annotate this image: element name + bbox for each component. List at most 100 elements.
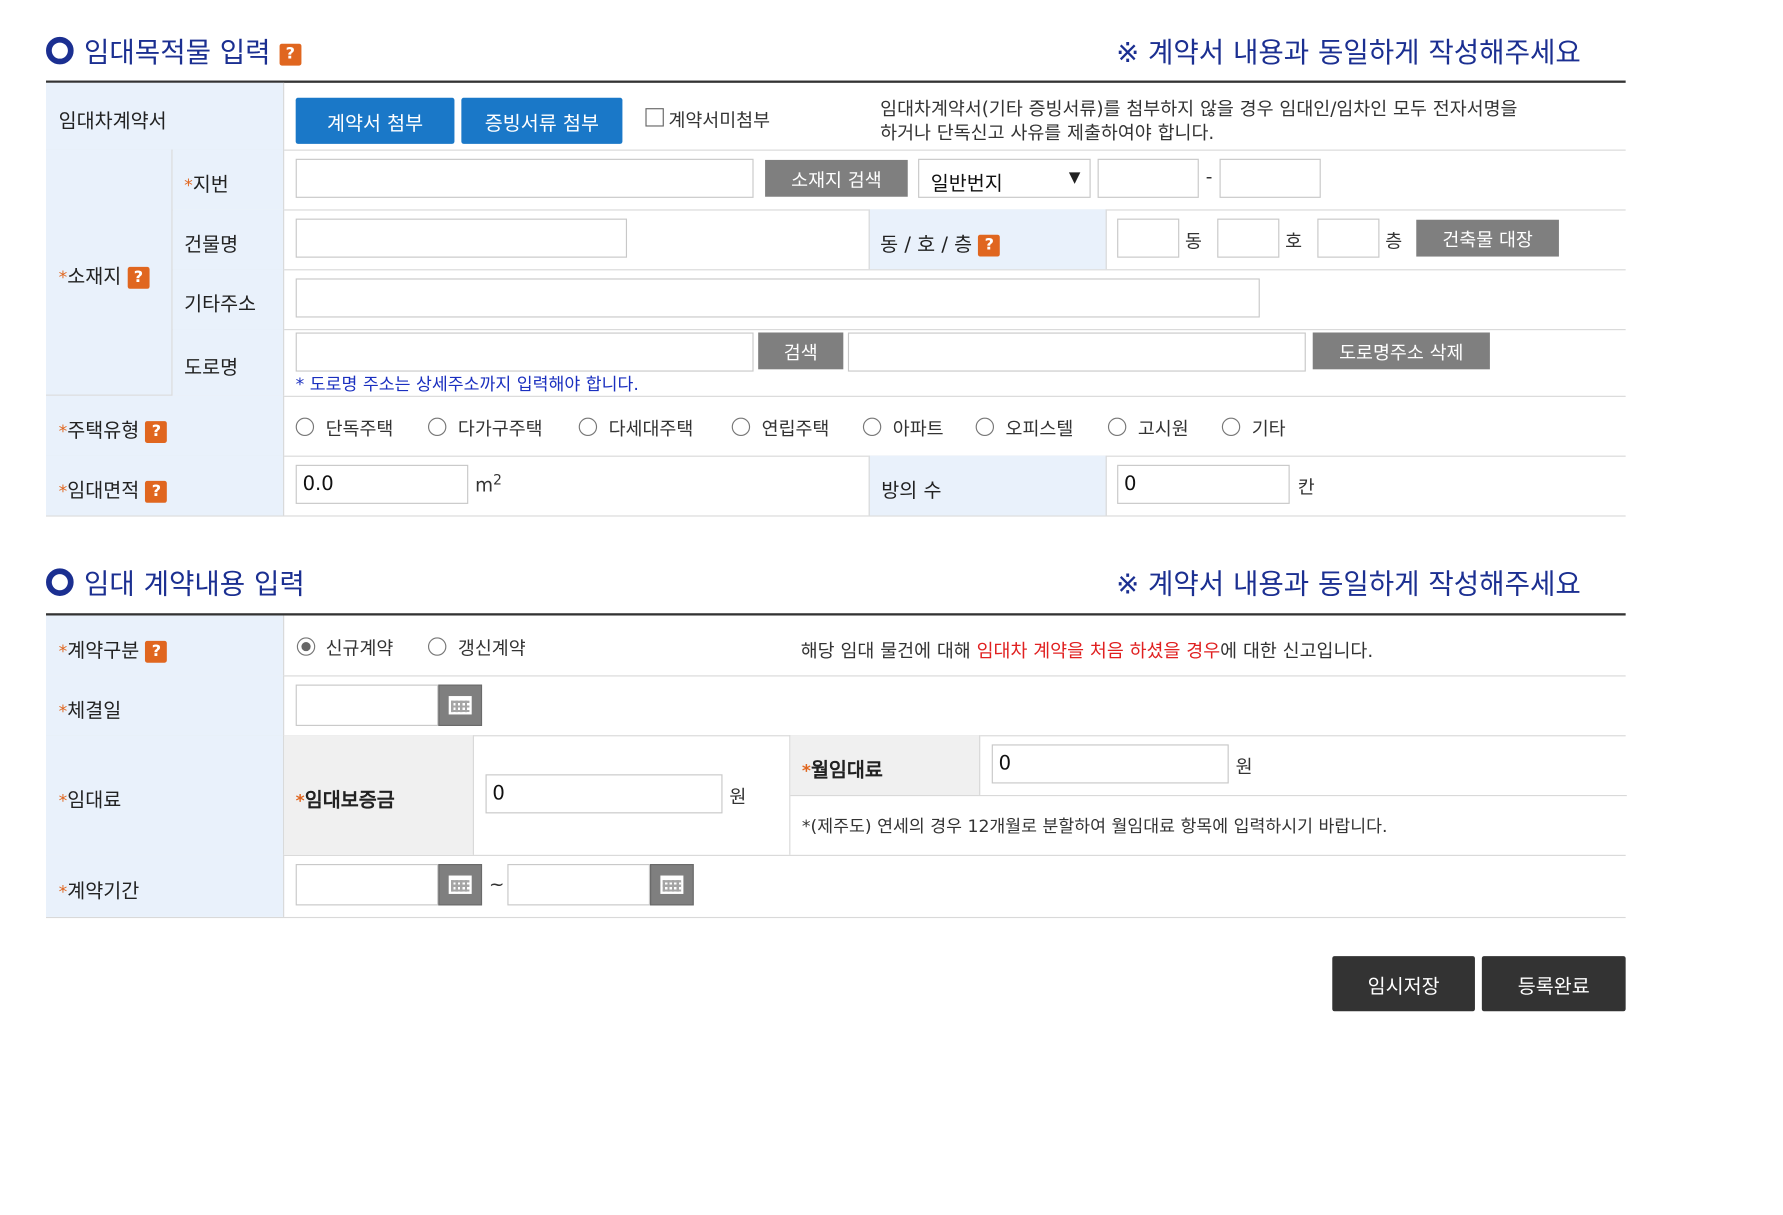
road-note: * 도로명 주소는 상세주소까지 입력해야 합니다. [295, 373, 639, 395]
area-input[interactable]: 0.0 [295, 464, 469, 504]
radio-new-contract[interactable] [296, 637, 316, 656]
housing-type-option-label: 다가구주택 [457, 417, 543, 440]
building-register-button[interactable]: 건축물 대장 [1416, 219, 1559, 257]
rental-report-form: 임대목적물 입력 ? ※ 계약서 내용과 동일하게 작성해주세요 임대차계약서 … [0, 0, 1783, 1215]
row-contract-period: *계약기간 ~ [46, 854, 1626, 919]
rooms-input[interactable]: 0 [1117, 464, 1290, 504]
road-delete-button[interactable]: 도로명주소 삭제 [1312, 332, 1490, 370]
deposit-label: *임대보증금 [295, 789, 395, 813]
housing-type-option-label: 고시원 [1137, 417, 1189, 440]
housing-type-option-label: 다세대주택 [608, 417, 694, 440]
monthly-rent-input[interactable]: 0 [991, 744, 1229, 784]
area-label: *임대면적 ? [59, 474, 168, 503]
calendar-icon[interactable] [438, 864, 483, 906]
row-road-address: 도로명 검색 도로명주소 삭제 * 도로명 주소는 상세주소까지 입력해야 합니… [172, 329, 1626, 397]
location-label: *소재지 ? [59, 260, 150, 289]
search-location-button[interactable]: 소재지 검색 [765, 159, 908, 197]
contract-label: 임대차계약서 [58, 110, 167, 134]
housing-type-option-label: 연립주택 [761, 417, 830, 440]
help-icon[interactable]: ? [145, 640, 168, 663]
dong-input[interactable] [1117, 218, 1180, 258]
radio-renewal-contract[interactable] [427, 637, 447, 656]
circle-bullet-icon [46, 36, 74, 65]
dash-separator: - [1205, 165, 1213, 188]
housing-type-radio[interactable] [427, 417, 447, 437]
road-detail-input[interactable] [847, 332, 1306, 372]
help-icon[interactable]: ? [279, 43, 302, 66]
attach-evidence-button[interactable]: 증빙서류 첨부 [461, 97, 623, 144]
contract-table: *계약구분 ? 신규계약 갱신계약 해당 임대 물건에 대해 임대차 계약을 처… [46, 613, 1627, 919]
attach-contract-button[interactable]: 계약서 첨부 [295, 97, 455, 144]
no-attach-label: 계약서미첨부 [668, 109, 771, 132]
row-housing-type: *주택유형 ? 단독주택 다가구주택 다세대주택 연립주택 아파트 오피스텔 고시원 기타 [46, 395, 1626, 457]
dong-unit: 동 [1185, 230, 1202, 252]
monthly-rent-label: *월임대료 [801, 759, 883, 783]
help-icon[interactable]: ? [145, 480, 168, 503]
other-address-input[interactable] [295, 278, 1260, 318]
period-label: *계약기간 [58, 880, 140, 904]
section-title: 임대목적물 입력 ? [84, 30, 302, 70]
section-header-contract: 임대 계약내용 입력 ※ 계약서 내용과 동일하게 작성해주세요 [46, 561, 1627, 602]
help-icon[interactable]: ? [127, 266, 150, 289]
deposit-input[interactable]: 0 [485, 774, 723, 814]
circle-bullet-icon [46, 568, 74, 596]
monthly-rent-note: *(제주도) 연세의 경우 12개월로 분할하여 월임대료 항목에 입력하시기 … [801, 815, 1388, 837]
temp-save-button[interactable]: 임시저장 [1332, 956, 1475, 1012]
road-search-button[interactable]: 검색 [758, 332, 844, 370]
housing-type-radio[interactable] [295, 417, 315, 437]
deposit-unit: 원 [729, 785, 747, 808]
main-number-input[interactable] [1097, 158, 1199, 198]
floor-unit: 층 [1385, 230, 1403, 252]
housing-type-radio[interactable] [731, 417, 751, 437]
housing-type-radio[interactable] [578, 417, 598, 437]
contract-type-note: 해당 임대 물건에 대해 임대차 계약을 처음 하셨을 경우에 대한 신고입니다… [800, 639, 1374, 662]
rental-object-table: 임대차계약서 계약서 첨부 증빙서류 첨부 계약서미첨부 임대차계약서(기타 증… [46, 80, 1626, 518]
floor-input[interactable] [1317, 218, 1380, 258]
chevron-down-icon: ▼ [1068, 169, 1081, 187]
attach-note-line2: 하거나 단독신고 사유를 제출하여야 합니다. [880, 121, 1215, 144]
jibun-type-select[interactable]: 일반번지 ▼ [918, 158, 1091, 198]
period-tilde: ~ [488, 873, 505, 896]
row-contract-type: *계약구분 ? 신규계약 갱신계약 해당 임대 물건에 대해 임대차 계약을 처… [46, 615, 1626, 677]
road-address-input[interactable] [295, 332, 754, 372]
housing-type-option-label: 오피스텔 [1005, 417, 1074, 440]
radio-new-contract-label: 신규계약 [325, 637, 394, 660]
dong-ho-floor-label: 동 / 호 / 층 ? [880, 228, 1001, 257]
row-contract: 임대차계약서 계약서 첨부 증빙서류 첨부 계약서미첨부 임대차계약서(기타 증… [46, 82, 1626, 151]
row-area: *임대면적 ? 0.0 m2 방의 수 0 칸 [46, 455, 1626, 517]
housing-type-radio[interactable] [1107, 417, 1127, 437]
row-other-address: 기타주소 [172, 269, 1626, 331]
section-notice: ※ 계약서 내용과 동일하게 작성해주세요 [1116, 36, 1581, 70]
road-label: 도로명 [184, 356, 239, 380]
housing-type-option-label: 아파트 [892, 417, 944, 440]
register-complete-button[interactable]: 등록완료 [1481, 956, 1626, 1012]
rooms-label: 방의 수 [881, 479, 942, 503]
jibun-input[interactable] [295, 158, 754, 198]
help-icon[interactable]: ? [978, 234, 1001, 256]
rooms-unit: 칸 [1297, 476, 1315, 499]
conclusion-date-input[interactable] [295, 684, 439, 726]
help-icon[interactable]: ? [145, 420, 168, 443]
housing-type-radio[interactable] [862, 417, 882, 437]
building-name-label: 건물명 [184, 233, 239, 257]
calendar-icon[interactable] [438, 684, 483, 726]
ho-input[interactable] [1217, 218, 1280, 258]
jibun-label: *지번 [184, 173, 229, 197]
housing-type-radio[interactable] [1221, 417, 1241, 437]
housing-type-radio[interactable] [975, 417, 995, 437]
contract-type-label: *계약구분 ? [59, 634, 168, 663]
no-attach-checkbox[interactable] [645, 108, 664, 127]
monthly-rent-unit: 원 [1235, 755, 1253, 778]
area-unit: m2 [475, 471, 502, 497]
housing-type-option-label: 기타 [1251, 417, 1286, 440]
section-header-rental-object: 임대목적물 입력 ? ※ 계약서 내용과 동일하게 작성해주세요 [46, 30, 1627, 71]
building-name-input[interactable] [295, 218, 628, 258]
row-rent: *임대료 *임대보증금 0 원 *월임대료 0 원 *(제주도) 연세의 경우 … [46, 735, 1627, 856]
period-start-input[interactable] [295, 864, 439, 906]
calendar-icon[interactable] [650, 864, 694, 906]
section-notice: ※ 계약서 내용과 동일하게 작성해주세요 [1116, 568, 1581, 601]
housing-type-option-label: 단독주택 [325, 417, 394, 440]
row-jibun: *지번 소재지 검색 일반번지 ▼ - [172, 149, 1626, 211]
period-end-input[interactable] [507, 864, 651, 906]
sub-number-input[interactable] [1219, 158, 1321, 198]
